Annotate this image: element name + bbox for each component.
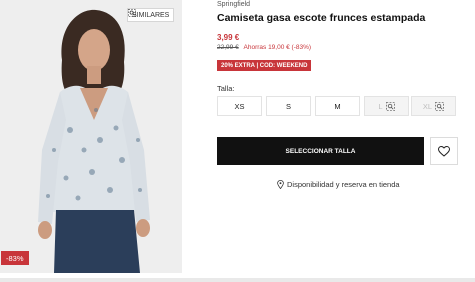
product-title: Camiseta gasa escote frunces estampada — [217, 12, 426, 24]
favorite-button[interactable] — [430, 137, 458, 165]
size-option-label: S — [285, 101, 291, 111]
size-option-xs[interactable]: XS — [217, 96, 262, 116]
similar-label: SIMILARES — [132, 11, 170, 19]
current-price: 3,99 € — [217, 33, 240, 42]
location-pin-icon — [277, 180, 284, 189]
page-divider — [0, 278, 475, 282]
select-size-button[interactable]: SELECCIONAR TALLA — [217, 137, 424, 165]
store-availability-link[interactable]: Disponibilidad y reserva en tienda — [277, 180, 400, 189]
size-option-xl[interactable]: XL — [411, 96, 456, 116]
brand-name[interactable]: Springfield — [217, 1, 250, 8]
similar-products-button[interactable]: SIMILARES — [127, 8, 175, 22]
savings-text: Ahorras 19,00 € (-83%) — [243, 44, 312, 51]
similar-search-icon — [435, 101, 445, 111]
price-savings-line: 22,99 € Ahorras 19,00 € (-83%) — [217, 44, 311, 51]
discount-badge: -83% — [1, 251, 29, 265]
size-option-label: L — [378, 101, 383, 111]
original-price: 22,99 € — [217, 44, 239, 51]
heart-icon — [438, 145, 450, 157]
size-option-label: M — [334, 101, 341, 111]
size-option-s[interactable]: S — [266, 96, 311, 116]
promo-code-badge: 20% EXTRA | COD: WEEKEND — [217, 60, 312, 71]
size-option-l[interactable]: L — [364, 96, 409, 116]
size-label: Talla: — [217, 84, 235, 93]
similar-search-icon — [385, 101, 395, 111]
similar-search-icon — [128, 9, 136, 17]
size-option-label: XS — [234, 101, 245, 111]
size-option-label: XL — [422, 101, 433, 111]
availability-text: Disponibilidad y reserva en tienda — [287, 180, 400, 189]
product-image[interactable]: SIMILARES -83% — [0, 0, 182, 273]
model-photo-illustration — [0, 0, 182, 273]
size-option-m[interactable]: M — [315, 96, 360, 116]
